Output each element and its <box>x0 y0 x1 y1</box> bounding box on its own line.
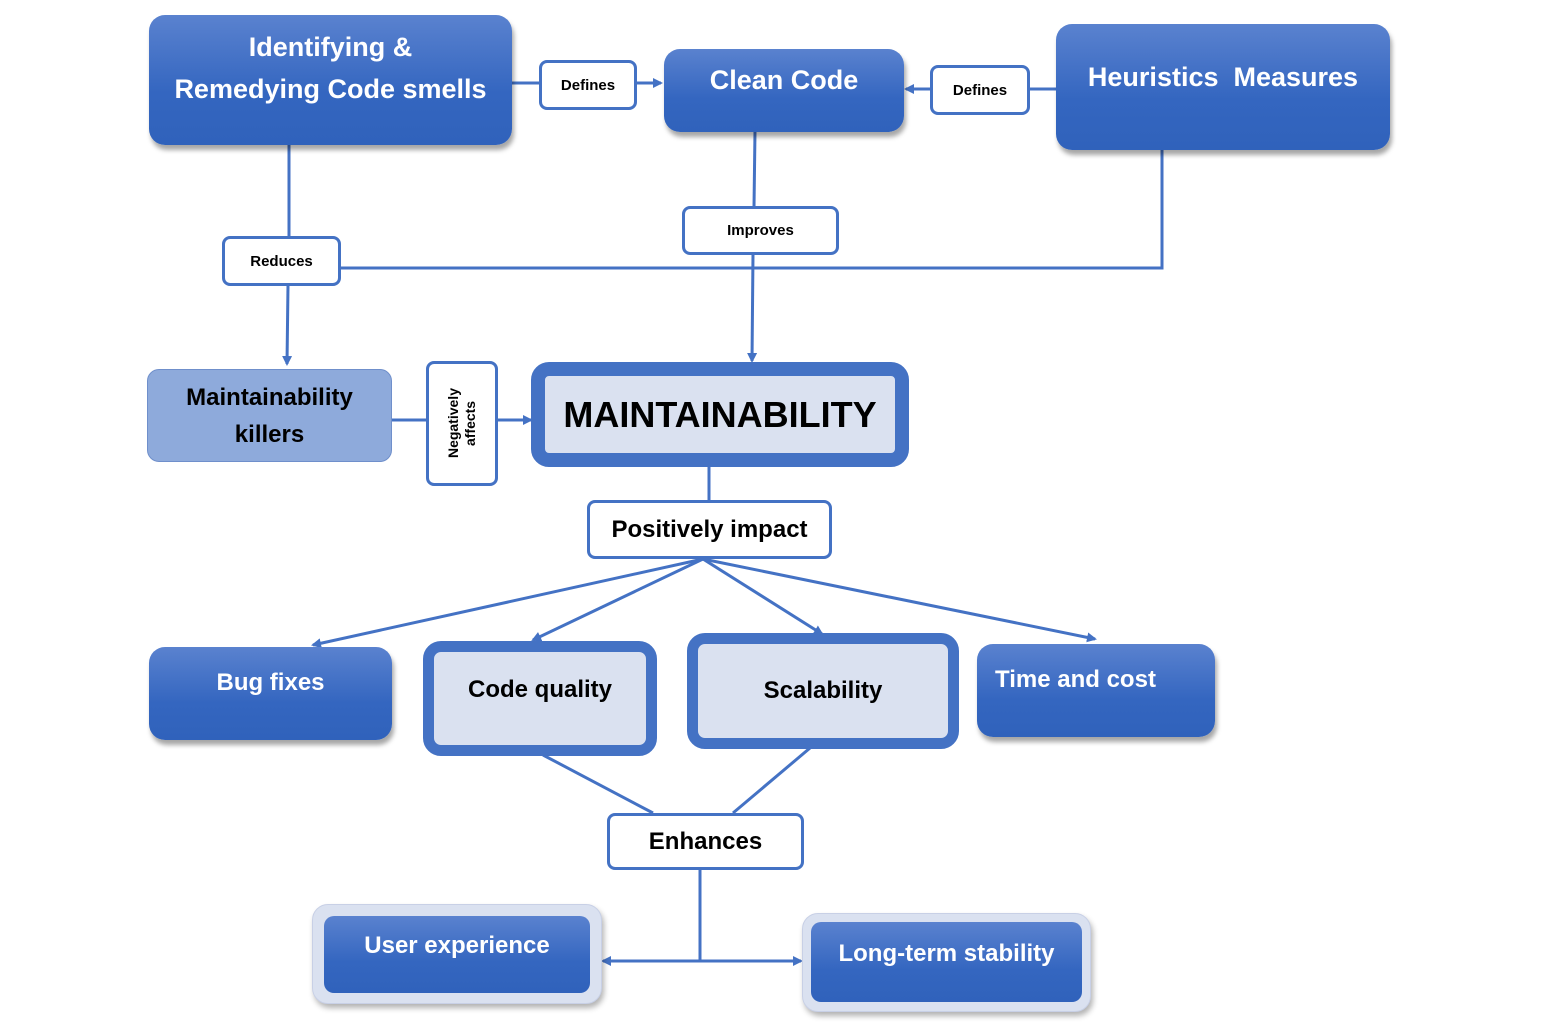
label-enhances-text: Enhances <box>648 827 763 855</box>
node-scalability: Scalability <box>687 633 959 749</box>
node-user-experience-text: User experience <box>364 931 550 959</box>
node-bug-fixes: Bug fixes <box>149 647 392 740</box>
edge-positively-to-bug-fixes <box>311 557 704 649</box>
label-improves: Improves <box>682 206 839 255</box>
node-bug-fixes-text: Bug fixes <box>216 668 325 696</box>
edge-improves-to-maintainability <box>747 253 758 363</box>
node-maintainability: MAINTAINABILITY <box>531 362 909 467</box>
node-code-quality-text: Code quality <box>467 675 612 703</box>
node-clean-code: Clean Code <box>664 49 904 132</box>
edge-positively-to-time-cost <box>702 557 1097 643</box>
label-enhances: Enhances <box>607 813 804 870</box>
label-defines-right: Defines <box>930 65 1030 115</box>
label-defines-left: Defines <box>539 60 637 110</box>
label-negatively-affects-text: Negatively affects <box>445 388 478 459</box>
node-time-and-cost: Time and cost <box>977 644 1215 737</box>
label-defines-right-text: Defines <box>952 81 1008 99</box>
edge-code-quality-to-enhances <box>542 753 654 815</box>
node-clean-code-text: Clean Code <box>709 65 859 95</box>
node-maintainability-killers-text: Maintainability killers <box>186 383 353 448</box>
node-code-smells-text: Identifying & Remedying Code smells <box>174 32 487 104</box>
label-defines-left-text: Defines <box>560 76 616 94</box>
edge-positively-to-code-quality <box>531 557 704 642</box>
label-improves-text: Improves <box>727 222 794 239</box>
node-long-term-stability: Long-term stability <box>811 922 1082 1002</box>
label-positively-impact-text: Positively impact <box>611 515 808 543</box>
node-heuristics-text: Heuristics Measures <box>1087 62 1359 92</box>
edge-reduces-to-killers <box>282 284 293 366</box>
label-positively-impact: Positively impact <box>587 500 832 559</box>
node-time-and-cost-text: Time and cost <box>995 666 1156 693</box>
node-heuristics: Heuristics Measures <box>1056 24 1390 150</box>
edge-scalability-to-enhances <box>732 746 811 815</box>
node-maintainability-killers: Maintainability killers <box>147 369 392 462</box>
node-maintainability-text: MAINTAINABILITY <box>563 393 877 435</box>
label-negatively-affects: Negatively affects <box>426 361 498 486</box>
node-user-experience: User experience <box>324 916 590 993</box>
node-scalability-text: Scalability <box>763 677 883 704</box>
node-code-quality: Code quality <box>423 641 657 756</box>
node-code-smells: Identifying & Remedying Code smells <box>149 15 512 145</box>
edge-clean-code-to-improves <box>752 130 757 208</box>
label-reduces-text: Reduces <box>250 252 313 270</box>
label-reduces: Reduces <box>222 236 341 286</box>
node-long-term-stability-text: Long-term stability <box>838 940 1055 967</box>
